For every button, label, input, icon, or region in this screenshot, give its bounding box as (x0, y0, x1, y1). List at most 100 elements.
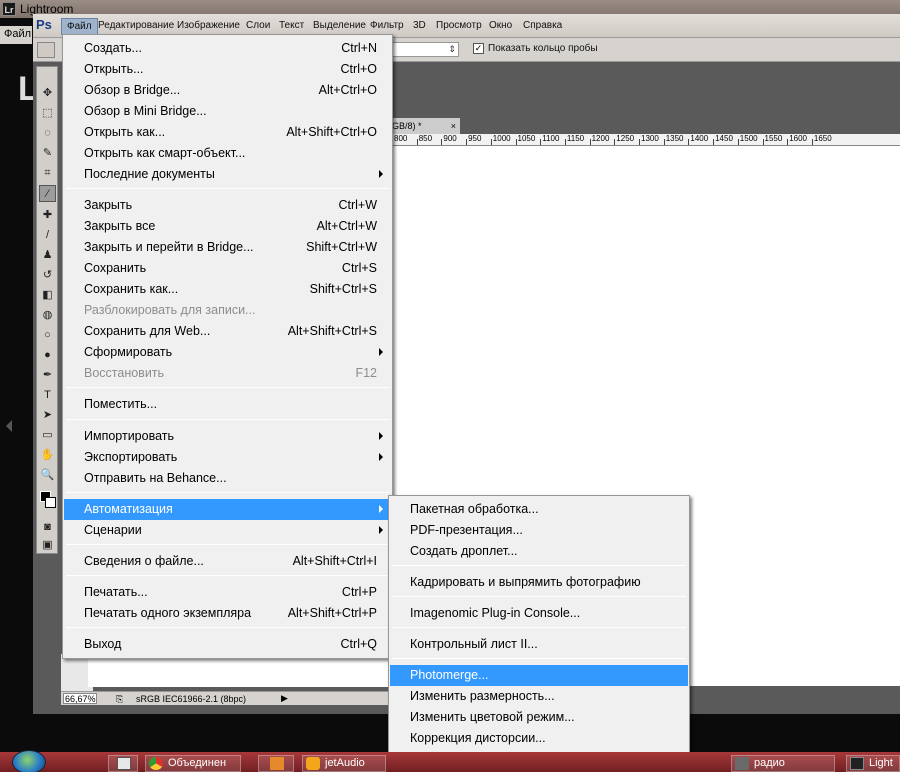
taskbar-button-chrome[interactable]: Объединен (145, 755, 241, 772)
panel-collapse-arrow-icon[interactable] (6, 420, 12, 432)
automation-menu-item[interactable]: Photomerge... (390, 665, 688, 686)
start-button[interactable] (12, 750, 46, 772)
screen-mode-icon[interactable]: ▣ (39, 537, 56, 554)
automation-menu-item[interactable]: Imagenomic Plug-in Console... (390, 603, 688, 624)
taskbar-button-audio[interactable] (258, 755, 294, 772)
file-menu-item[interactable]: Обзор в Bridge... Alt+Ctrl+O (64, 80, 391, 101)
menu-separator (392, 596, 686, 597)
file-menu-item[interactable]: Открыть как смарт-объект... (64, 143, 391, 164)
automation-menu-item[interactable]: Коррекция дисторсии... (390, 728, 688, 749)
menu-3d[interactable]: 3D (413, 20, 426, 31)
quick-mask-icon[interactable]: ◙ (39, 519, 56, 536)
automation-menu-item[interactable]: Кадрировать и выпрямить фотографию (390, 572, 688, 593)
menu-select[interactable]: Выделение (313, 20, 366, 31)
file-menu-item[interactable]: Закрыть Ctrl+W (64, 195, 391, 216)
taskbar-button-jetaudio[interactable]: jetAudio (302, 755, 386, 772)
menu-item-label: Импортировать (84, 429, 175, 443)
move-tool-icon[interactable]: ✥ (39, 85, 56, 102)
automation-menu-item[interactable]: Создать дроплет... (390, 541, 688, 562)
automation-menu-item[interactable]: Изменить размерность... (390, 686, 688, 707)
status-info-icon[interactable]: ⎘ (116, 694, 123, 705)
file-menu-item[interactable]: Сохранить как... Shift+Ctrl+S (64, 279, 391, 300)
menu-filter[interactable]: Фильтр (370, 20, 404, 31)
status-menu-arrow-icon[interactable]: ▶ (281, 693, 288, 704)
file-menu-item[interactable]: Обзор в Mini Bridge... (64, 101, 391, 122)
taskbar-button-lightroom[interactable]: Light (846, 755, 900, 772)
taskbar-pinned-app[interactable] (108, 755, 138, 772)
file-menu-item[interactable]: Сформировать (64, 342, 391, 363)
ruler-tick-mark (737, 139, 739, 145)
menu-view[interactable]: Просмотр (436, 20, 482, 31)
menu-image[interactable]: Изображение (177, 20, 240, 31)
sample-select[interactable]: ⇕ (391, 42, 459, 57)
hand-tool-icon[interactable]: ✋ (39, 447, 56, 464)
taskbar-button-radio[interactable]: радио (731, 755, 835, 772)
crop-tool-icon[interactable]: ⌗ (39, 165, 56, 182)
file-menu-item[interactable]: Сценарии (64, 520, 391, 541)
file-menu-item[interactable]: Экспортировать (64, 447, 391, 468)
file-menu-item[interactable]: Открыть... Ctrl+O (64, 59, 391, 80)
menu-edit[interactable]: Редактирование (98, 20, 174, 31)
file-menu-item[interactable]: Импортировать (64, 426, 391, 447)
eyedropper-tool-icon[interactable]: ⁄ (39, 185, 56, 202)
close-icon[interactable]: × (451, 118, 456, 134)
file-menu-item[interactable]: Сохранить Ctrl+S (64, 258, 391, 279)
taskbar: Объединен jetAudio радио Light (0, 750, 900, 772)
file-menu-item[interactable]: Открыть как... Alt+Shift+Ctrl+O (64, 122, 391, 143)
zoom-field[interactable]: 66,67% (63, 693, 97, 704)
file-menu-item[interactable]: Печатать одного экземпляра Alt+Shift+Ctrl… (64, 603, 391, 624)
menu-item-label: Пакетная обработка... (410, 502, 539, 516)
clone-stamp-tool-icon[interactable]: ♟ (39, 247, 56, 264)
show-sampling-ring-checkbox[interactable]: ✓ (473, 43, 484, 54)
menu-item-shortcut: Ctrl+S (341, 261, 377, 275)
menu-help[interactable]: Справка (523, 20, 562, 31)
file-menu-item[interactable]: Закрыть все Alt+Ctrl+W (64, 216, 391, 237)
lightroom-logo-icon: Lr (2, 2, 16, 16)
menu-item-shortcut: Ctrl+W (338, 198, 377, 212)
shape-tool-icon[interactable]: ▭ (39, 427, 56, 444)
ruler-tick-label: 800 (394, 134, 408, 143)
automation-menu-item[interactable]: Изменить цветовой режим... (390, 707, 688, 728)
dodge-tool-icon[interactable]: ○ (39, 327, 56, 344)
brush-tool-icon[interactable]: / (39, 227, 56, 244)
lasso-tool-icon[interactable]: ◌ (39, 125, 56, 142)
file-menu-item[interactable]: Закрыть и перейти в Bridge... Shift+Ctrl+… (64, 237, 391, 258)
file-menu-item[interactable]: Сведения о файле... Alt+Shift+Ctrl+I (64, 551, 391, 572)
ruler-tick-label: 1050 (517, 134, 536, 143)
automation-menu-item[interactable]: Пакетная обработка... (390, 499, 688, 520)
file-menu-item[interactable]: Создать... Ctrl+N (64, 38, 391, 59)
automation-menu-item[interactable]: PDF-презентация... (390, 520, 688, 541)
file-menu-item[interactable]: Автоматизация (64, 499, 391, 520)
color-swatches-icon[interactable] (39, 487, 56, 517)
quick-select-tool-icon[interactable]: ✎ (39, 145, 56, 162)
file-menu-item[interactable]: Последние документы (64, 164, 391, 185)
marquee-tool-icon[interactable]: ⬚ (39, 105, 56, 122)
automation-menu-item[interactable]: Контрольный лист II... (390, 634, 688, 655)
menu-item-shortcut: Alt+Shift+Ctrl+P (287, 606, 377, 620)
eyedropper-tool-preset-icon[interactable] (37, 42, 55, 58)
eraser-tool-icon[interactable]: ◧ (39, 287, 56, 304)
file-menu-item[interactable]: Отправить на Behance... (64, 468, 391, 489)
file-menu-item[interactable]: Печатать... Ctrl+P (64, 582, 391, 603)
lightroom-menu-file[interactable]: Файл (4, 28, 31, 40)
document-tab[interactable]: GB/8) * × (390, 118, 460, 134)
paint-bucket-tool-icon[interactable]: ◍ (39, 307, 56, 324)
file-menu-item[interactable]: Поместить... (64, 394, 391, 415)
history-brush-tool-icon[interactable]: ↺ (39, 267, 56, 284)
menu-item-shortcut: Ctrl+N (341, 41, 377, 55)
menu-file[interactable]: Файл (61, 18, 98, 35)
blur-tool-icon[interactable]: ● (39, 347, 56, 364)
path-select-tool-icon[interactable]: ➤ (39, 407, 56, 424)
zoom-tool-icon[interactable]: 🔍 (39, 467, 56, 484)
automation-submenu: Пакетная обработка... PDF-презентация... С… (388, 495, 690, 772)
file-menu-item[interactable]: Выход Ctrl+Q (64, 634, 391, 655)
speaker-icon (270, 757, 284, 770)
menu-window[interactable]: Окно (489, 20, 512, 31)
file-menu-item[interactable]: Сохранить для Web... Alt+Shift+Ctrl+S (64, 321, 391, 342)
ruler-tick-label: 950 (468, 134, 482, 143)
pen-tool-icon[interactable]: ✒ (39, 367, 56, 384)
menu-layers[interactable]: Слои (246, 20, 270, 31)
healing-brush-tool-icon[interactable]: ✚ (39, 207, 56, 224)
menu-type[interactable]: Текст (279, 20, 304, 31)
type-tool-icon[interactable]: T (39, 387, 56, 404)
